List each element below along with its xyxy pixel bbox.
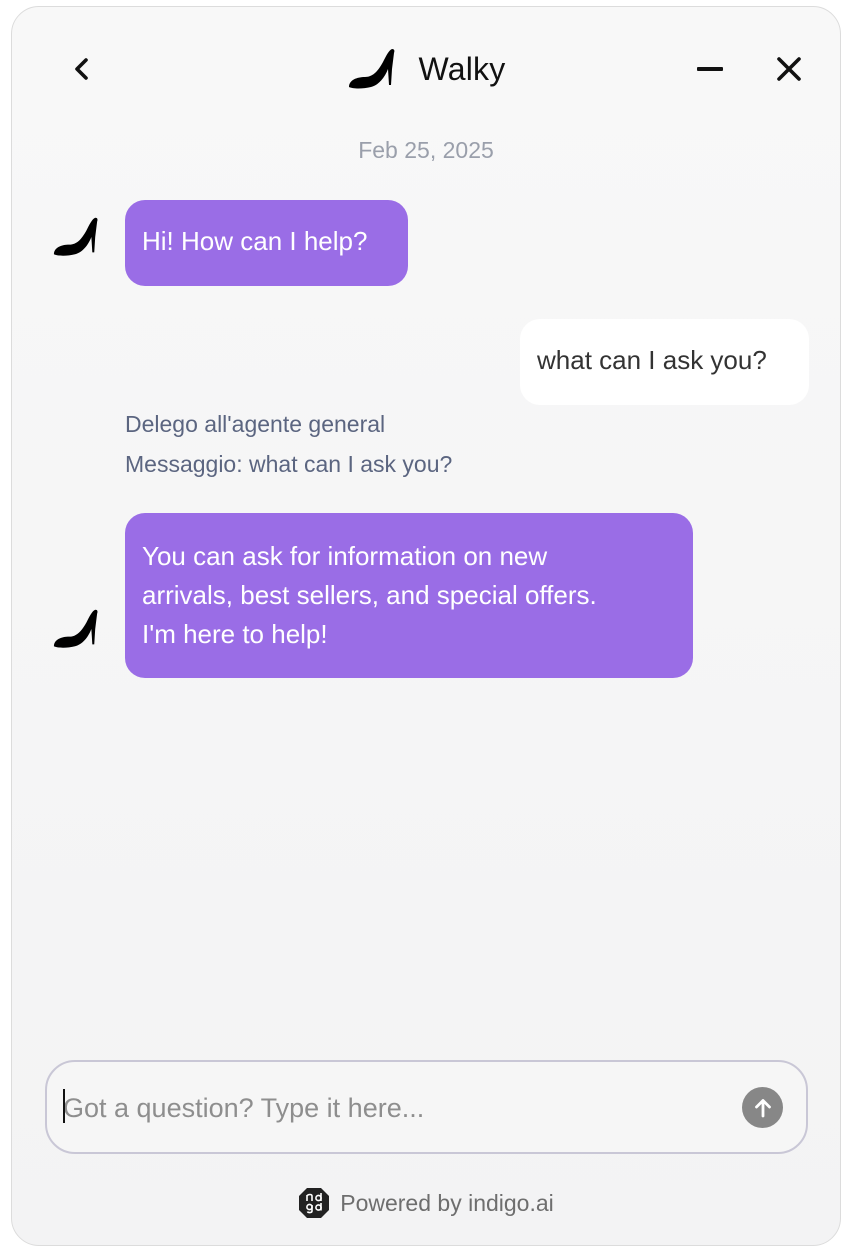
bot-message-line: I'm here to help!: [142, 619, 328, 649]
minimize-icon: [697, 67, 723, 71]
chat-header: Walky: [12, 7, 840, 123]
bot-message-line: You can ask for information on new: [142, 541, 548, 571]
send-button[interactable]: [742, 1087, 783, 1128]
bot-avatar-icon: [53, 609, 98, 648]
bot-message-text: Hi! How can I help?: [142, 226, 368, 256]
text-caret: [63, 1089, 65, 1123]
chat-title: Walky: [418, 50, 506, 87]
bot-message: Hi! How can I help?: [125, 200, 408, 286]
minimize-button[interactable]: [692, 47, 728, 91]
arrow-up-icon: [754, 1098, 771, 1117]
high-heel-icon: [348, 49, 394, 89]
indigo-logo-icon: [299, 1188, 330, 1218]
chat-widget: Walky Feb 25, 2025 Hi! How can I help? w…: [11, 6, 841, 1246]
powered-by-footer: Powered by indigo.ai: [12, 1185, 840, 1221]
bot-avatar-icon: [53, 217, 98, 256]
user-message: what can I ask you?: [520, 319, 809, 405]
delegation-message-note: Messaggio: what can I ask you?: [125, 451, 453, 477]
message-composer: [45, 1060, 808, 1154]
bot-message-line: arrivals, best sellers, and special offe…: [142, 580, 597, 610]
user-message-text: what can I ask you?: [537, 345, 767, 375]
close-icon: [777, 57, 801, 81]
powered-by-link[interactable]: Powered by indigo.ai: [340, 1190, 554, 1217]
bot-message: You can ask for information on new arriv…: [125, 513, 693, 678]
conversation-date: Feb 25, 2025: [358, 137, 494, 163]
close-button[interactable]: [768, 45, 810, 93]
delegation-note: Delego all'agente general: [125, 411, 386, 437]
message-input[interactable]: [63, 1086, 723, 1130]
